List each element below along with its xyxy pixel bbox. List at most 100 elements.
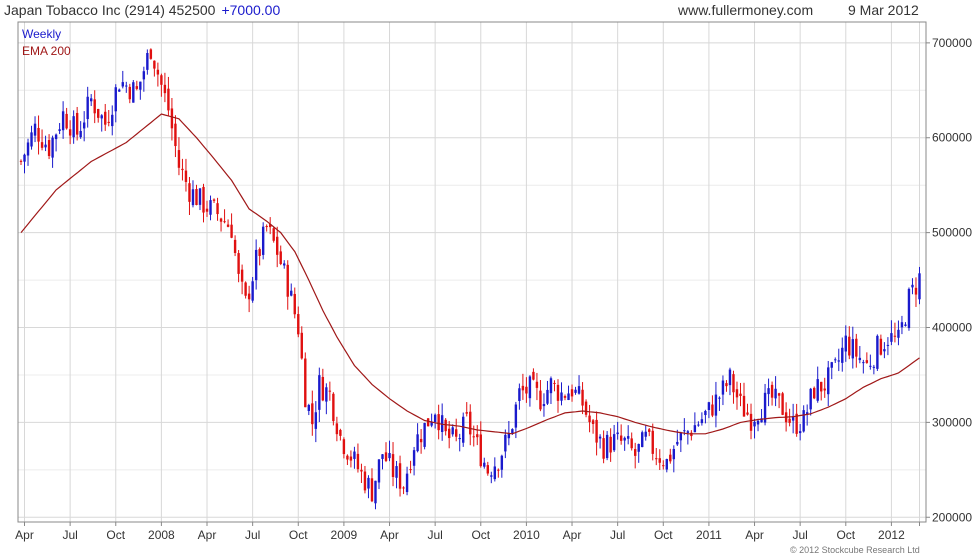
plot-frame — [17, 21, 927, 523]
candle-up — [374, 480, 377, 504]
candle-down — [521, 385, 525, 391]
candle-up — [318, 375, 321, 410]
candle-up — [395, 466, 398, 478]
legend-ema: EMA 200 — [22, 44, 71, 58]
x-tick-label: Jul — [245, 528, 260, 542]
candle-down — [437, 414, 440, 431]
candle-up — [637, 444, 640, 452]
candle-down — [384, 452, 388, 461]
x-tick-label: 2010 — [513, 528, 540, 542]
candle-down — [539, 390, 542, 410]
candle-up — [883, 349, 886, 352]
candle-down — [781, 393, 784, 415]
candle-up — [198, 188, 202, 205]
candle-up — [283, 263, 286, 266]
ema-200-line — [20, 113, 920, 435]
candle-up — [433, 414, 437, 422]
candle-down — [107, 121, 110, 123]
candle-up — [26, 142, 30, 156]
candle-down — [525, 386, 528, 394]
x-tick-label: Oct — [106, 528, 125, 542]
candle-up — [261, 226, 265, 255]
candle-down — [848, 336, 851, 356]
candle-up — [798, 431, 802, 434]
candle-up — [851, 339, 855, 359]
x-tick-label: Apr — [745, 528, 764, 542]
candle-down — [732, 374, 735, 393]
candle-up — [290, 290, 293, 296]
x-tick-label: Oct — [289, 528, 308, 542]
candle-up — [325, 387, 328, 402]
y-tick-label: 300000 — [932, 415, 972, 429]
candle-up — [756, 420, 760, 425]
candle-down — [188, 183, 191, 202]
candle-down — [135, 86, 139, 89]
candle-up — [897, 329, 900, 338]
candle-down — [735, 389, 739, 398]
candle-down — [342, 439, 346, 455]
x-axis: Apr Jul Oct 2008 Apr Jul Oct 2009 Apr Jul Oct 2010 A… — [15, 522, 920, 542]
y-tick-label: 500000 — [932, 226, 972, 240]
candle-down — [216, 203, 219, 215]
candle-down — [156, 69, 160, 75]
candle-up — [54, 134, 58, 140]
candle-down — [556, 384, 560, 401]
candle-down — [332, 393, 335, 422]
candle-up — [493, 466, 497, 480]
candle-down — [609, 436, 612, 453]
candle-up — [72, 116, 75, 138]
candle-down — [205, 208, 209, 212]
candle-up — [314, 412, 318, 429]
x-tick-label: Apr — [198, 528, 217, 542]
candle-up — [626, 436, 630, 439]
candle-up — [890, 333, 893, 342]
candle-down — [104, 111, 107, 125]
candle-down — [770, 384, 774, 398]
candle-down — [398, 463, 402, 489]
candle-up — [858, 357, 862, 361]
candle-down — [879, 338, 883, 355]
candle-down — [662, 465, 665, 467]
candle-up — [623, 437, 626, 441]
candle-down — [360, 469, 363, 472]
candle-up — [872, 366, 876, 368]
x-tick-label: Apr — [15, 528, 34, 542]
candle-up — [577, 386, 581, 394]
candle-up — [504, 434, 507, 452]
candlestick-chart: 200000 300000 400000 500000 600000 700000 Apr… — [15, 21, 972, 542]
candle-up — [483, 462, 486, 467]
candle-up — [381, 454, 384, 459]
candle-up — [451, 427, 454, 435]
candle-up — [511, 429, 514, 434]
candle-down — [472, 436, 475, 438]
candle-up — [458, 438, 461, 440]
candle-down — [570, 389, 574, 397]
ema-line — [20, 113, 920, 435]
candle-up — [132, 82, 135, 103]
candle-down — [655, 458, 658, 460]
candle-down — [65, 113, 68, 129]
candle-down — [820, 381, 823, 392]
candle-up — [644, 431, 647, 437]
candle-up — [869, 365, 872, 367]
y-tick-label: 400000 — [932, 321, 972, 335]
candle-down — [746, 412, 749, 415]
candle-up — [816, 379, 819, 401]
candle-up — [58, 129, 61, 131]
candle-up — [111, 114, 114, 127]
candle-up — [89, 98, 93, 102]
candle-up — [146, 53, 149, 70]
candle-down — [363, 471, 367, 491]
candle-down — [914, 287, 918, 295]
candle-up — [876, 335, 879, 369]
candle-down — [237, 253, 240, 274]
candle-up — [616, 432, 619, 435]
candle-up — [518, 388, 521, 401]
candle-down — [497, 469, 500, 471]
candle-down — [476, 434, 479, 438]
candle-up — [254, 249, 258, 281]
candle-down — [630, 438, 633, 449]
candle-up — [767, 388, 770, 395]
candle-down — [455, 429, 458, 437]
candle-down — [739, 393, 742, 396]
